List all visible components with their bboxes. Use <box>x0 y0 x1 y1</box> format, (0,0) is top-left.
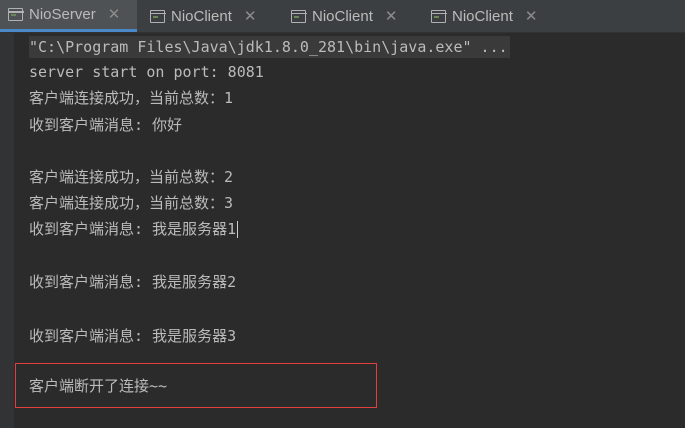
tab-label: NioClient <box>171 7 232 25</box>
console-icon <box>7 8 24 21</box>
console-line: 客户端连接成功，当前总数：1 <box>29 89 234 107</box>
tab-nioclient-3[interactable]: NioClient ✕ <box>430 0 561 32</box>
console-line-text: 收到客户端消息: 我是服务器1 <box>29 220 237 238</box>
tab-label: NioClient <box>312 7 373 25</box>
console-line: 客户端连接成功，当前总数：2 <box>29 168 234 186</box>
text-caret <box>237 221 239 238</box>
console-line: 收到客户端消息: 我是服务器3 <box>29 327 237 345</box>
console-line: server start on port: 8081 <box>29 63 264 81</box>
close-icon[interactable]: ✕ <box>525 9 538 24</box>
close-icon[interactable]: ✕ <box>385 9 398 24</box>
console-line: 客户端连接成功，当前总数：3 <box>29 194 234 212</box>
tab-label: NioClient <box>452 7 513 25</box>
tab-nioclient-1[interactable]: NioClient ✕ <box>149 0 280 32</box>
tab-nioserver[interactable]: NioServer ✕ <box>0 0 137 32</box>
highlight-box <box>15 363 377 408</box>
close-icon[interactable]: ✕ <box>244 9 257 24</box>
console-command-line: "C:\Program Files\Java\jdk1.8.0_281\bin\… <box>29 36 510 58</box>
tab-label: NioServer <box>29 6 96 23</box>
console-icon <box>149 9 166 23</box>
close-icon[interactable]: ✕ <box>108 7 121 22</box>
console-gutter <box>0 33 14 428</box>
console-icon <box>290 9 307 23</box>
console-icon <box>430 9 447 23</box>
tab-nioclient-2[interactable]: NioClient ✕ <box>290 0 421 32</box>
console-line-with-caret: 收到客户端消息: 我是服务器1 <box>29 218 239 240</box>
console-line: 收到客户端消息: 你好 <box>29 116 183 134</box>
run-tab-bar: NioServer ✕ NioClient ✕ NioClient ✕ NioC… <box>0 0 685 33</box>
console-line: 收到客户端消息: 我是服务器2 <box>29 273 237 291</box>
